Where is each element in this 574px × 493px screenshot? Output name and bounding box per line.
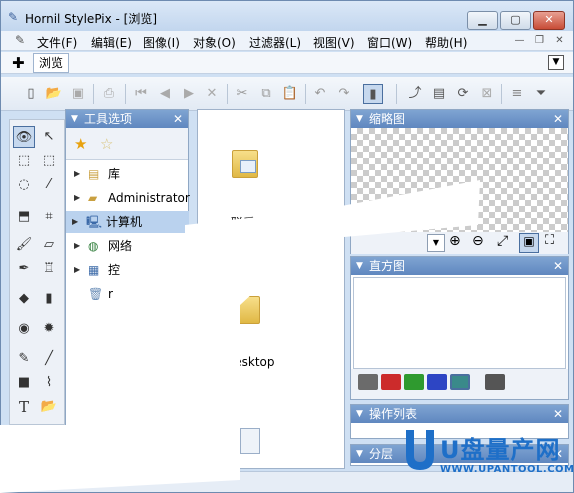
- u-disk-logo-icon: [406, 430, 434, 470]
- watermark-url: WWW.UPANTOOL.COM: [440, 464, 574, 475]
- watermark: U盘量产网 WWW.UPANTOOL.COM: [400, 426, 574, 488]
- watermark-brand: U盘量产网: [440, 436, 561, 464]
- white-occlusion-overlay: [0, 180, 480, 493]
